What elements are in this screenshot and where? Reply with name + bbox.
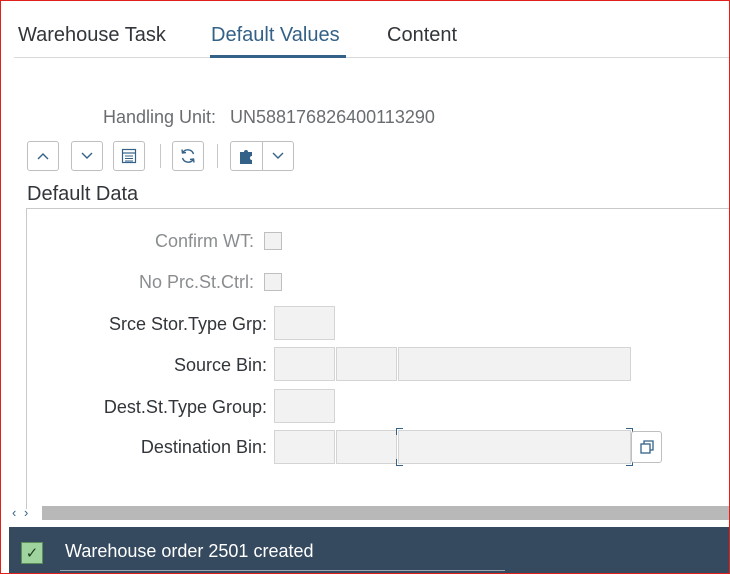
- srce-stor-type-grp-input[interactable]: [274, 306, 335, 340]
- puzzle-dropdown[interactable]: [263, 151, 293, 161]
- previous-button[interactable]: [27, 141, 59, 171]
- checkmark-icon: ✓: [21, 542, 43, 564]
- source-bin-input-3[interactable]: [398, 347, 631, 381]
- tab-warehouse-task[interactable]: Warehouse Task: [18, 24, 166, 47]
- no-prc-st-ctrl-checkbox[interactable]: [264, 273, 282, 291]
- confirm-wt-label: Confirm WT:: [155, 231, 254, 251]
- copy-icon: [639, 440, 654, 454]
- handling-unit-label: Handling Unit:: [103, 107, 217, 127]
- handling-unit-value: UN588176826400113290: [230, 107, 435, 127]
- dest-st-type-group-input[interactable]: [274, 389, 335, 423]
- source-bin-input-1[interactable]: [274, 347, 335, 381]
- puzzle-action[interactable]: [231, 142, 264, 170]
- horizontal-scrollbar[interactable]: [42, 506, 730, 520]
- list-button[interactable]: [113, 141, 145, 171]
- value-help-button[interactable]: [631, 431, 662, 463]
- source-bin-label: Source Bin:: [173, 355, 267, 375]
- scroll-arrows[interactable]: ‹ ›: [12, 505, 30, 520]
- scroll-left-icon[interactable]: ‹: [12, 505, 18, 520]
- focus-corner: [396, 459, 403, 466]
- destination-bin-input-2[interactable]: [336, 430, 397, 464]
- list-icon: [121, 148, 137, 164]
- toolbar-separator: [160, 144, 161, 168]
- status-underline: [60, 570, 505, 571]
- dropdown-chevron-icon: [272, 152, 284, 159]
- tab-default-values[interactable]: Default Values: [211, 24, 340, 47]
- puzzle-icon: [239, 150, 252, 164]
- srce-stor-type-grp-label: Srce Stor.Type Grp:: [108, 314, 267, 334]
- no-prc-st-ctrl-label: No Prc.St.Ctrl:: [138, 272, 254, 292]
- chevron-up-icon: [37, 153, 49, 160]
- destination-bin-label: Destination Bin:: [140, 437, 267, 457]
- refresh-icon: [181, 149, 195, 163]
- chevron-down-icon: [81, 152, 93, 159]
- source-bin-input-2[interactable]: [336, 347, 397, 381]
- puzzle-menu-button[interactable]: [230, 141, 294, 171]
- section-title: Default Data: [27, 183, 139, 205]
- destination-bin-input-1[interactable]: [274, 430, 335, 464]
- confirm-wt-checkbox[interactable]: [264, 232, 282, 250]
- refresh-button[interactable]: [172, 141, 204, 171]
- tab-bar: Warehouse Task Default Values Content: [0, 0, 730, 58]
- destination-bin-input-3[interactable]: [398, 430, 631, 464]
- dest-st-type-group-label: Dest.St.Type Group:: [103, 397, 267, 417]
- focus-corner: [396, 428, 403, 435]
- status-message[interactable]: Warehouse order 2501 created: [65, 541, 313, 562]
- toolbar-separator: [217, 144, 218, 168]
- scroll-right-icon[interactable]: ›: [24, 505, 30, 520]
- next-button[interactable]: [71, 141, 103, 171]
- tab-content[interactable]: Content: [387, 24, 457, 47]
